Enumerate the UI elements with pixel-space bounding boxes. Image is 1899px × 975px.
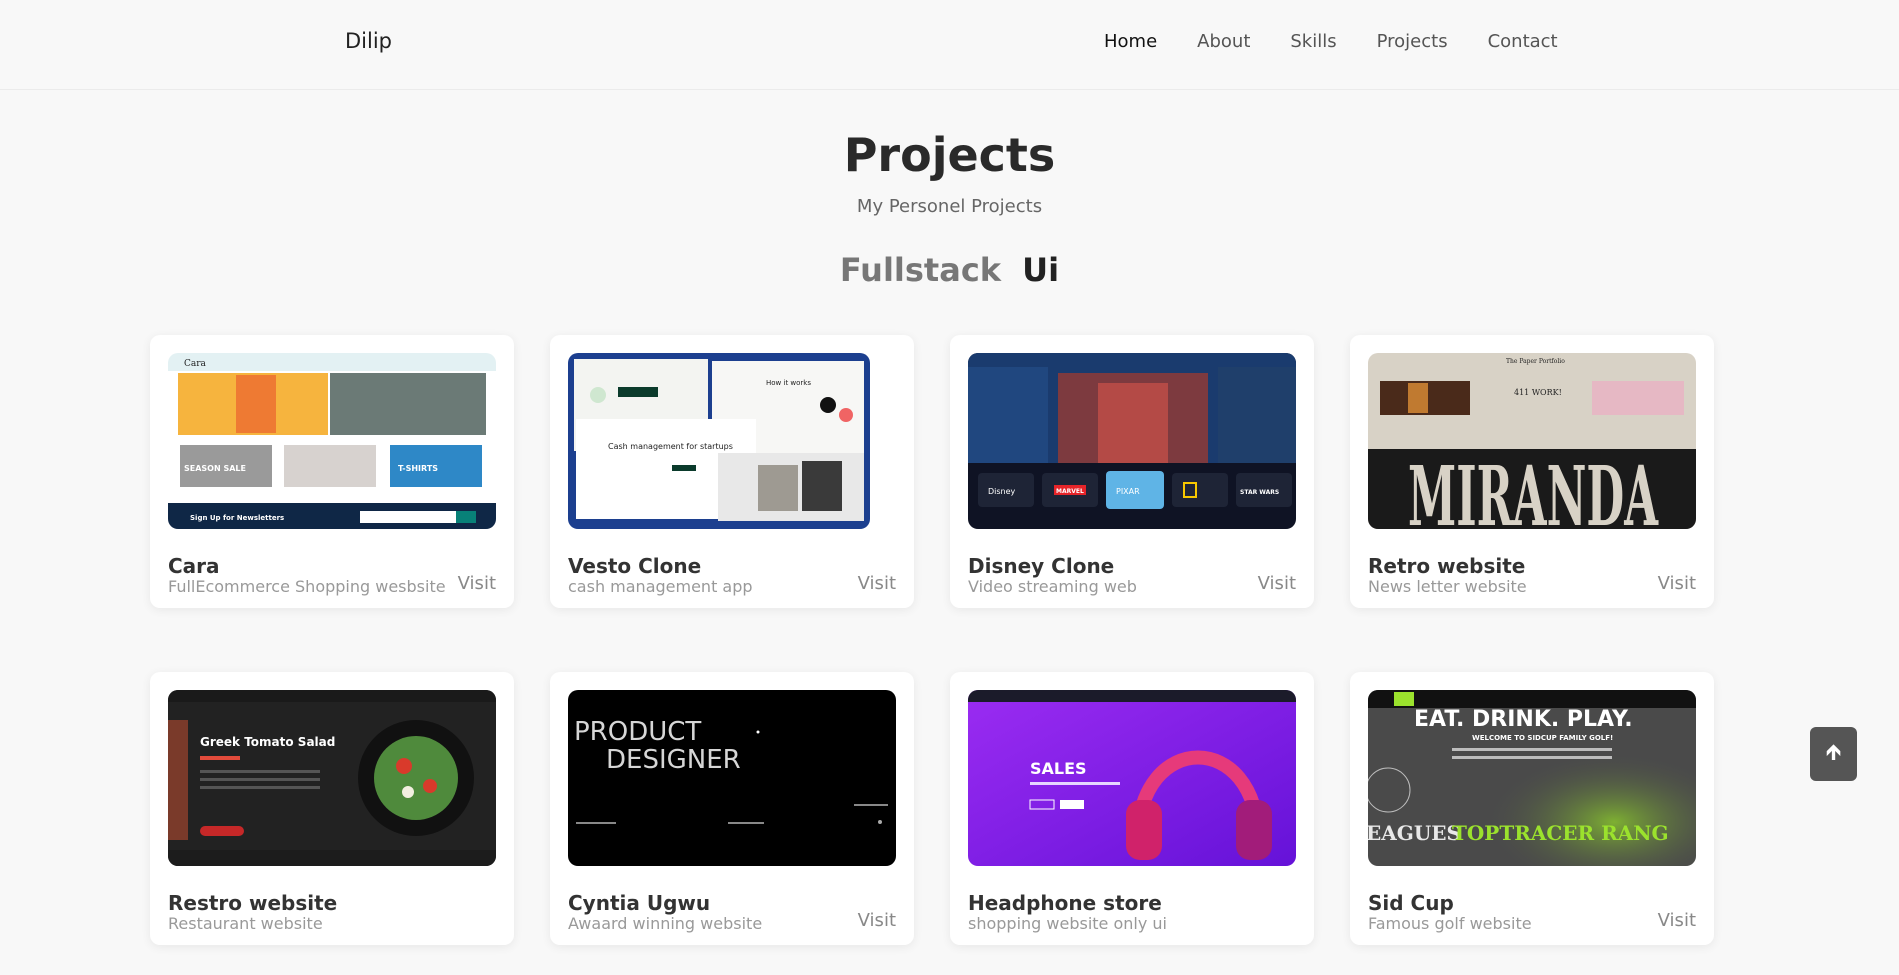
project-card-disney: Disney MARVEL PIXAR STAR WARS Disney Clo…: [950, 335, 1314, 608]
project-thumbnail[interactable]: PRODUCT DESIGNER: [568, 690, 896, 866]
main-nav: Home About Skills Projects Contact: [1104, 31, 1598, 52]
project-thumbnail[interactable]: Cara SEASON SALE T-SHIRTS Sign Up for Ne…: [168, 353, 496, 529]
project-description: Video streaming web: [968, 577, 1137, 596]
project-thumbnail[interactable]: Greek Tomato Salad: [168, 690, 496, 866]
project-description: cash management app: [568, 577, 753, 596]
project-name: Sid Cup: [1368, 891, 1454, 915]
project-card-restro: Greek Tomato Salad Restro website Restau…: [150, 672, 514, 945]
project-description: Awaard winning website: [568, 914, 763, 933]
site-logo[interactable]: Dilip: [345, 29, 392, 53]
thumb-text-sidcup-ticker2: TOPTRACER RANG: [1452, 821, 1669, 845]
project-card-headphone: SALES Headphone store shopping website o…: [950, 672, 1314, 945]
thumb-text-sidcup-welcome: WELCOME TO SIDCUP FAMILY GOLF!: [1472, 734, 1613, 742]
nav-home[interactable]: Home: [1104, 31, 1157, 52]
nav-contact[interactable]: Contact: [1488, 31, 1558, 52]
project-description: shopping website only ui: [968, 914, 1167, 933]
thumb-text-retro-aside: 411 WORK!: [1514, 388, 1562, 397]
thumb-text-cyntia-big1: PRODUCT: [574, 717, 701, 747]
project-filters: Fullstack Ui: [0, 251, 1899, 289]
project-card-sidcup: EAT. DRINK. PLAY. WELCOME TO SIDCUP FAMI…: [1350, 672, 1714, 945]
project-card-cyntia: PRODUCT DESIGNER Cyntia Ugwu Awaard winn…: [550, 672, 914, 945]
site-header: Dilip Home About Skills Projects Contact: [0, 0, 1899, 90]
arrow-up-icon: 🡹: [1825, 740, 1842, 765]
project-name: Disney Clone: [968, 554, 1115, 578]
scroll-to-top-button[interactable]: 🡹: [1810, 727, 1857, 781]
thumb-text-sidcup-big: EAT. DRINK. PLAY.: [1414, 707, 1633, 732]
section-title: Projects: [843, 128, 1056, 182]
project-description: News letter website: [1368, 577, 1527, 596]
thumb-text-sidcup-ticker1: EAGUES: [1368, 821, 1461, 845]
nav-skills[interactable]: Skills: [1290, 31, 1336, 52]
project-name: Cyntia Ugwu: [568, 891, 711, 915]
project-name: Vesto Clone: [568, 554, 702, 578]
project-thumbnail[interactable]: SALES: [968, 690, 1296, 866]
project-card-retro: The Paper Portfolio 411 WORK! MIRANDA Re…: [1350, 335, 1714, 608]
thumb-text-disney-marvel: MARVEL: [1056, 488, 1084, 495]
thumb-text-disney-starwars: STAR WARS: [1240, 489, 1279, 496]
thumb-text-headphone-sales: SALES: [1030, 759, 1087, 778]
visit-link[interactable]: Visit: [858, 910, 896, 931]
thumb-text-cara-newsletter: Sign Up for Newsletters: [190, 514, 284, 522]
project-name: Retro website: [1368, 554, 1526, 578]
thumb-text-retro-big: MIRANDA: [1408, 449, 1659, 529]
project-card-cara: Cara SEASON SALE T-SHIRTS Sign Up for Ne…: [150, 335, 514, 608]
project-thumbnail[interactable]: The Paper Portfolio 411 WORK! MIRANDA: [1368, 353, 1696, 529]
visit-link[interactable]: Visit: [1658, 910, 1696, 931]
visit-link[interactable]: Visit: [458, 573, 496, 594]
thumb-text-retro-masthead: The Paper Portfolio: [1506, 358, 1565, 365]
thumb-text-disney-logo: Disney: [988, 487, 1016, 496]
project-name: Cara: [168, 554, 220, 578]
project-description: FullEcommerce Shopping wesbsite: [168, 577, 446, 596]
project-card-vesto: How it works Cash management for startup…: [550, 335, 914, 608]
filter-ui[interactable]: Ui: [1022, 251, 1059, 289]
svg-text:Cara: Cara: [184, 359, 207, 369]
visit-link[interactable]: Visit: [858, 573, 896, 594]
filter-fullstack[interactable]: Fullstack: [840, 251, 1001, 289]
project-thumbnail[interactable]: EAT. DRINK. PLAY. WELCOME TO SIDCUP FAMI…: [1368, 690, 1696, 866]
nav-projects[interactable]: Projects: [1377, 31, 1448, 52]
visit-link[interactable]: Visit: [1258, 573, 1296, 594]
nav-about[interactable]: About: [1197, 31, 1250, 52]
project-thumbnail[interactable]: How it works Cash management for startup…: [568, 353, 870, 529]
project-name: Headphone store: [968, 891, 1162, 915]
project-thumbnail[interactable]: Disney MARVEL PIXAR STAR WARS: [968, 353, 1296, 529]
thumb-text-vesto-headline: Cash management for startups: [608, 442, 733, 451]
visit-link[interactable]: Visit: [1658, 573, 1696, 594]
thumb-text-restro-dish: Greek Tomato Salad: [200, 735, 335, 749]
project-description: Restaurant website: [168, 914, 323, 933]
project-description: Famous golf website: [1368, 914, 1532, 933]
section-subtitle: My Personel Projects: [856, 196, 1043, 217]
thumb-text-cyntia-big2: DESIGNER: [606, 745, 741, 775]
thumb-text-cara-tshirts: T-SHIRTS: [398, 464, 438, 473]
thumb-text-cara-season: SEASON SALE: [184, 464, 246, 473]
thumb-text-vesto-flow: How it works: [766, 379, 811, 387]
project-name: Restro website: [168, 891, 338, 915]
thumb-text-disney-pixar: PIXAR: [1116, 487, 1140, 496]
